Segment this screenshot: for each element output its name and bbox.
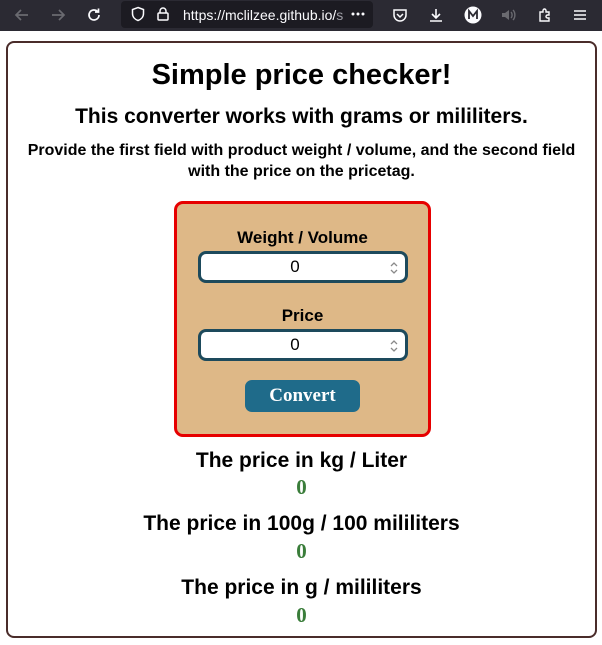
url-path: s [336,7,344,23]
download-icon[interactable] [425,4,447,26]
result-value-100g: 0 [296,539,307,563]
result-label-kg: The price in kg / Liter [195,449,408,472]
converter-panel: Weight / Volume Price Convert [174,201,431,437]
result-label-100g: The price in 100g / 100 mililiters [143,512,460,535]
price-label: Price [281,306,324,325]
result-label-g: The price in g / mililiters [181,576,422,599]
menu-icon[interactable] [569,4,591,26]
page-subtitle: This converter works with grams or milil… [75,105,528,128]
page-title: Simple price checker! [151,59,452,91]
result-value-g: 0 [296,603,307,627]
page-instructions: Provide the first field with product wei… [27,142,576,180]
pocket-icon[interactable] [389,4,411,26]
reload-icon[interactable] [83,4,105,26]
result-value-kg: 0 [296,475,307,499]
more-options-icon[interactable] [347,3,369,25]
url-bar[interactable]: https://mclilzee.github.io/s [121,1,373,28]
account-avatar-icon[interactable] [462,4,484,26]
price-input[interactable] [198,329,408,361]
url-main: https://mclilzee.github.io/ [183,7,337,23]
speaker-icon[interactable] [498,4,520,26]
url-text: https://mclilzee.github.io/s [183,7,351,23]
forward-arrow-icon[interactable] [47,4,69,26]
back-arrow-icon[interactable] [11,4,33,26]
weight-label: Weight / Volume [237,228,368,247]
weight-input[interactable] [198,251,408,283]
convert-button[interactable]: Convert [245,380,360,412]
browser-toolbar: https://mclilzee.github.io/s [0,0,602,31]
extensions-icon[interactable] [534,4,556,26]
lock-icon[interactable] [152,3,174,25]
page-container: Simple price checker! This converter wor… [6,41,597,638]
shield-icon[interactable] [127,3,149,25]
